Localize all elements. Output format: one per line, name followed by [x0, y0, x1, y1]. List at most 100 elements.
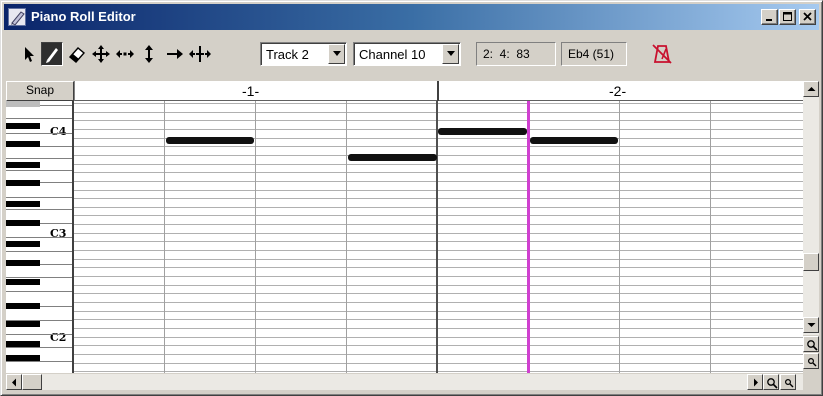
white-key-border	[6, 158, 72, 159]
title-bar[interactable]: Piano Roll Editor	[4, 4, 819, 30]
playhead[interactable]	[527, 101, 530, 373]
vertical-zoom-out-button[interactable]	[803, 353, 819, 369]
position-value: 2: 4: 83	[483, 47, 530, 61]
metronome-button[interactable]	[651, 42, 673, 66]
stretch-tool[interactable]	[188, 42, 211, 66]
grid-row-line	[74, 302, 803, 303]
close-button[interactable]	[799, 9, 816, 25]
grid-row-line	[74, 259, 803, 260]
white-key-border	[6, 291, 72, 292]
grid-beat-line	[346, 101, 347, 373]
white-key-border	[6, 237, 72, 238]
ruler-label-bar-1: -1-	[242, 83, 260, 99]
vertical-resize-tool[interactable]	[138, 42, 160, 66]
note-event[interactable]	[166, 137, 254, 144]
note-event[interactable]	[348, 154, 437, 161]
vertical-zoom-in-button[interactable]	[803, 336, 819, 352]
horizontal-scroll-thumb[interactable]	[22, 374, 42, 390]
black-key[interactable]	[6, 162, 40, 168]
grid-row-line	[74, 371, 803, 372]
piano-roll-editor: Snap -1- -2- C4 C3 C2	[6, 81, 803, 373]
chevron-down-icon	[447, 51, 455, 56]
black-key[interactable]	[6, 141, 40, 147]
grid-row-line	[74, 215, 803, 216]
grid-beat-line	[164, 101, 165, 373]
black-key[interactable]	[6, 303, 40, 309]
vertical-resize-icon	[145, 45, 153, 63]
minimize-icon	[766, 19, 772, 21]
arrow-left-icon	[12, 378, 16, 387]
black-key[interactable]	[6, 321, 40, 327]
black-key[interactable]	[6, 123, 40, 129]
horizontal-zoom-in-button[interactable]	[763, 374, 779, 390]
arrow-right-icon	[754, 378, 758, 387]
white-key-border	[6, 277, 72, 278]
black-key[interactable]	[6, 355, 40, 361]
time-ruler[interactable]: -1- -2-	[74, 81, 803, 101]
pointer-tool[interactable]	[18, 42, 40, 66]
scroll-left-button[interactable]	[6, 374, 22, 390]
piano-roll-window: Piano Roll Editor Track 2 Channel 10 2: …	[0, 0, 823, 396]
app-icon[interactable]	[8, 8, 26, 26]
horizontal-zoom-out-button[interactable]	[780, 374, 796, 390]
channel-select[interactable]: Channel 10	[353, 42, 461, 66]
scroll-down-button[interactable]	[803, 317, 819, 333]
vertical-scrollbar[interactable]	[803, 81, 819, 335]
track-select-value: Track 2	[266, 47, 309, 62]
black-key[interactable]	[6, 220, 40, 226]
eraser-icon	[68, 47, 86, 63]
piano-keyboard[interactable]: C4 C3 C2	[6, 101, 74, 373]
channel-dropdown-button[interactable]	[442, 44, 459, 64]
right-arrow-tool[interactable]	[164, 42, 186, 66]
scroll-right-button[interactable]	[747, 374, 763, 390]
pitch-value: Eb4 (51)	[568, 47, 615, 61]
horizontal-scrollbar[interactable]	[6, 374, 803, 390]
octave-label-c2: C2	[50, 331, 67, 344]
horizontal-resize-tool[interactable]	[114, 42, 136, 66]
window-title: Piano Roll Editor	[31, 9, 136, 24]
grid-row-line	[74, 172, 803, 173]
pencil-tool[interactable]	[41, 42, 63, 66]
maximize-button[interactable]	[779, 9, 796, 25]
snap-button[interactable]: Snap	[6, 81, 74, 101]
minimize-button[interactable]	[761, 9, 778, 25]
white-key-border	[6, 170, 72, 171]
grid-beat-line	[619, 101, 620, 373]
black-key[interactable]	[6, 241, 40, 247]
horizontal-resize-icon	[116, 50, 134, 58]
grid-row-line	[74, 319, 803, 320]
note-grid[interactable]	[74, 101, 803, 373]
move-tool[interactable]	[90, 42, 112, 66]
note-event[interactable]	[438, 128, 527, 135]
grid-row-line	[74, 363, 803, 364]
grid-row-line	[74, 241, 803, 242]
vertical-scroll-thumb[interactable]	[803, 253, 819, 271]
black-key[interactable]	[6, 279, 40, 285]
ruler-label-bar-2: -2-	[609, 83, 627, 99]
scroll-up-button[interactable]	[803, 81, 819, 97]
black-key[interactable]	[6, 260, 40, 266]
grid-row-line	[74, 250, 803, 251]
grid-row-line	[74, 337, 803, 338]
grid-row-line	[74, 276, 803, 277]
note-event[interactable]	[530, 137, 618, 144]
track-dropdown-button[interactable]	[328, 44, 345, 64]
position-readout: 2: 4: 83	[476, 42, 556, 66]
black-key[interactable]	[6, 201, 40, 207]
grid-row-line	[74, 233, 803, 234]
track-select[interactable]: Track 2	[260, 42, 347, 66]
metronome-icon	[652, 44, 672, 64]
grid-row-line	[74, 293, 803, 294]
white-key-border	[6, 118, 72, 119]
white-key-border	[6, 334, 72, 335]
white-key-border	[6, 347, 72, 348]
white-key-border	[6, 197, 72, 198]
black-key[interactable]	[6, 341, 40, 347]
grid-row-line	[74, 181, 803, 182]
eraser-tool[interactable]	[66, 42, 88, 66]
white-key-border	[6, 251, 72, 252]
grid-row-line	[74, 354, 803, 355]
black-key[interactable]	[6, 180, 40, 186]
magnifier-small-icon	[784, 378, 794, 388]
grid-row-line	[74, 198, 803, 199]
